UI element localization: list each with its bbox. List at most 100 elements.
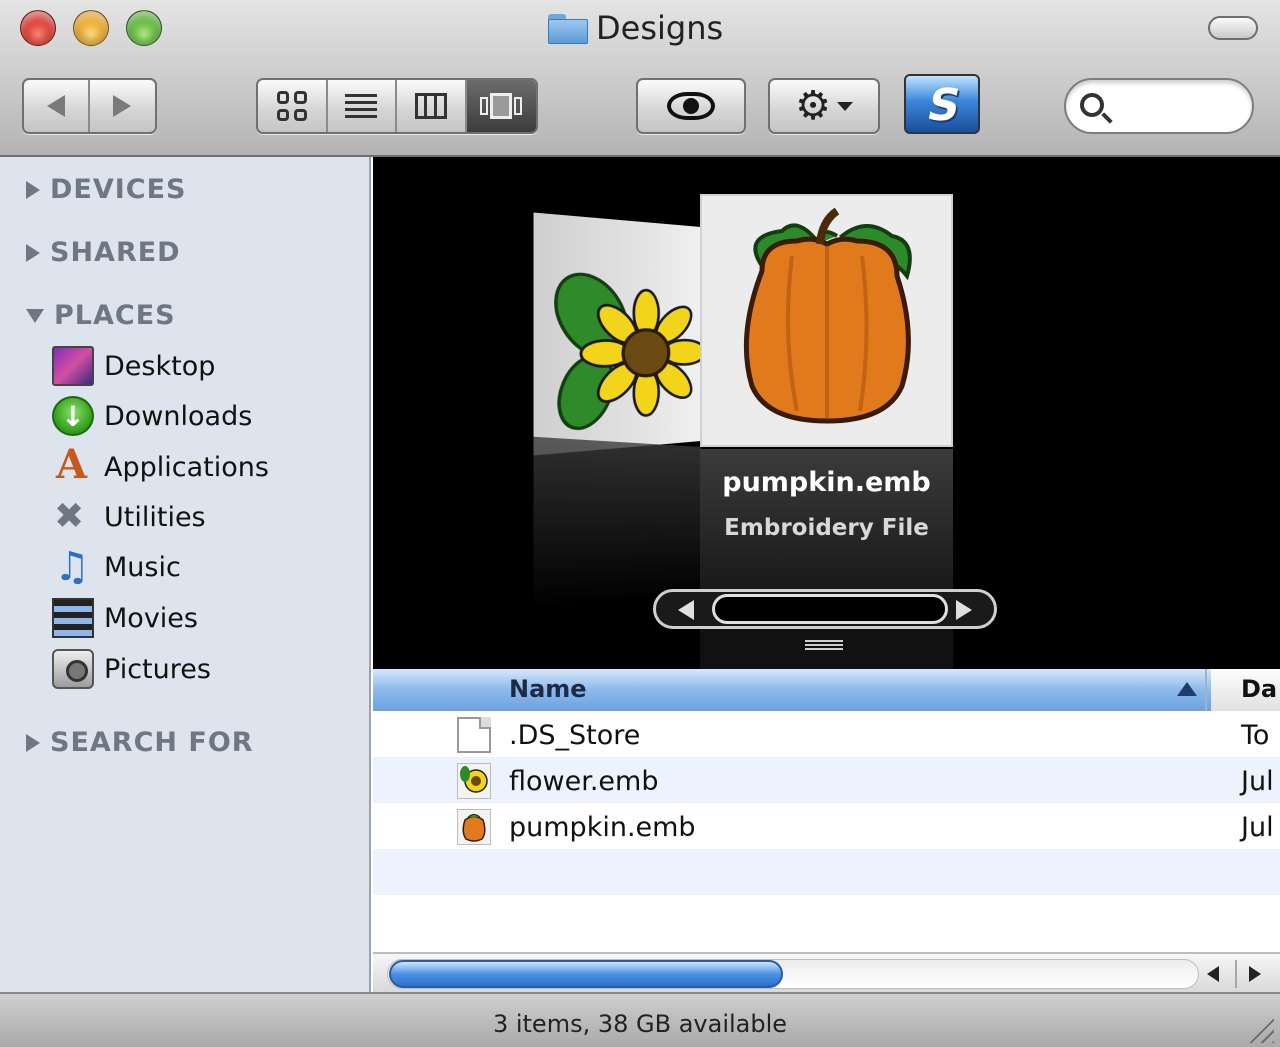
quick-look-button[interactable] <box>636 78 746 134</box>
sort-ascending-icon <box>1177 682 1197 696</box>
sidebar-item-downloads[interactable]: Downloads <box>52 394 252 438</box>
sidebar-item-applications[interactable]: Applications <box>52 445 269 489</box>
sidebar-item-label: Utilities <box>104 501 206 533</box>
disclosure-right-icon <box>26 180 40 199</box>
zoom-window-button[interactable] <box>126 10 162 46</box>
scroll-right-icon[interactable] <box>956 600 972 620</box>
sidebar-item-label: Downloads <box>104 400 253 432</box>
cover-flow-pane[interactable]: pumpkin.emb Embroidery File <box>373 157 1280 669</box>
cover-flow-icon <box>480 93 523 119</box>
coverflow-file-name: pumpkin.emb <box>722 467 931 498</box>
forward-button[interactable] <box>90 80 156 132</box>
status-text: 3 items, 38 GB available <box>492 1010 788 1038</box>
file-date: Jul <box>1241 766 1274 797</box>
sidebar-item-music[interactable]: Music <box>52 545 181 589</box>
file-date: To <box>1241 720 1270 751</box>
file-name: pumpkin.emb <box>509 812 696 843</box>
file-name: .DS_Store <box>509 720 641 751</box>
minimize-window-button[interactable] <box>73 10 109 46</box>
eye-icon <box>667 92 715 120</box>
window-title-text: Designs <box>596 9 724 47</box>
sidebar-item-label: Applications <box>104 451 269 483</box>
column-view-button[interactable] <box>397 80 467 132</box>
table-row[interactable]: flower.emb Jul <box>373 757 1280 803</box>
action-menu-button[interactable]: ⚙ <box>768 78 880 134</box>
document-icon <box>457 717 491 753</box>
sidebar-item-movies[interactable]: Movies <box>52 596 198 640</box>
cover-flow-view-button[interactable] <box>466 80 536 132</box>
scroll-thumb[interactable] <box>389 960 783 988</box>
pane-resize-grip[interactable] <box>805 640 843 650</box>
icon-view-icon <box>276 91 307 121</box>
sidebar-section-label: DEVICES <box>50 174 187 205</box>
sidebar-item-label: Desktop <box>104 350 216 382</box>
column-divider[interactable] <box>1205 669 1207 711</box>
sidebar-item-utilities[interactable]: Utilities <box>52 495 206 539</box>
status-bar: 3 items, 38 GB available <box>0 992 1280 1047</box>
sidebar-section-label: SEARCH FOR <box>50 727 254 758</box>
close-window-button[interactable] <box>20 10 56 46</box>
search-input[interactable] <box>1116 90 1241 122</box>
list-view-icon <box>345 94 378 118</box>
disclosure-right-icon <box>26 733 40 752</box>
flower-image <box>534 212 701 455</box>
table-row[interactable]: pumpkin.emb Jul <box>373 803 1280 849</box>
sidebar-section-search-for[interactable]: SEARCH FOR <box>26 729 254 756</box>
sidebar-section-devices[interactable]: DEVICES <box>26 176 187 203</box>
sidebar-section-label: SHARED <box>50 237 181 268</box>
coverflow-scroll-thumb[interactable] <box>712 594 948 624</box>
applications-icon <box>52 445 94 487</box>
folder-icon <box>548 12 588 44</box>
search-field[interactable] <box>1064 78 1254 134</box>
pictures-icon <box>52 649 94 689</box>
disclosure-down-icon <box>26 308 44 323</box>
movies-icon <box>52 598 94 638</box>
chevron-down-icon <box>836 101 853 111</box>
desktop-icon <box>52 346 94 386</box>
flower-embroidery-icon <box>457 763 491 799</box>
scroll-arrow-divider <box>1235 960 1237 988</box>
sidebar-item-pictures[interactable]: Pictures <box>52 647 211 691</box>
empty-row <box>373 849 1280 895</box>
search-icon <box>1080 93 1104 117</box>
horizontal-scrollbar[interactable] <box>373 952 1280 992</box>
sidebar: DEVICES SHARED PLACES Desktop Downloads … <box>0 157 371 992</box>
title-toolbar: Designs ⚙ S <box>0 0 1280 157</box>
embroidery-app-icon[interactable]: S <box>904 74 980 134</box>
coverflow-file-kind: Embroidery File <box>724 515 929 541</box>
scroll-left-arrow-icon[interactable] <box>1207 966 1219 982</box>
window-title: Designs <box>548 6 723 50</box>
file-date: Jul <box>1241 812 1274 843</box>
forward-arrow-icon <box>113 95 132 117</box>
pumpkin-image <box>743 207 912 424</box>
utilities-icon <box>52 497 94 537</box>
scroll-left-icon[interactable] <box>678 600 694 620</box>
back-forward-control <box>22 78 157 134</box>
coverflow-scrollbar[interactable] <box>653 589 997 629</box>
flower-reflection <box>533 436 701 608</box>
sidebar-item-label: Pictures <box>104 653 211 685</box>
toolbar-toggle-button[interactable] <box>1208 16 1258 40</box>
scroll-right-arrow-icon[interactable] <box>1249 966 1261 982</box>
sidebar-section-places[interactable]: PLACES <box>26 302 176 329</box>
table-row[interactable]: .DS_Store To <box>373 711 1280 757</box>
list-column-header: Name Da <box>373 669 1280 711</box>
gear-icon: ⚙ <box>795 83 831 129</box>
back-arrow-icon <box>46 95 65 117</box>
sidebar-section-label: PLACES <box>54 300 176 331</box>
icon-view-button[interactable] <box>258 80 328 132</box>
sidebar-item-desktop[interactable]: Desktop <box>52 344 215 388</box>
flower-preview-card[interactable] <box>534 212 701 456</box>
column-header-date[interactable]: Da <box>1241 677 1277 701</box>
sidebar-section-shared[interactable]: SHARED <box>26 239 181 266</box>
back-button[interactable] <box>24 80 90 132</box>
pumpkin-preview-card[interactable] <box>700 194 953 447</box>
file-list: Name Da .DS_Store To flower.emb Jul pump… <box>373 669 1280 992</box>
view-mode-control <box>256 78 538 134</box>
column-header-name[interactable]: Name <box>509 677 587 701</box>
music-icon <box>52 545 94 589</box>
sidebar-item-label: Movies <box>104 602 198 634</box>
column-view-icon <box>414 93 447 119</box>
downloads-icon <box>52 396 94 436</box>
list-view-button[interactable] <box>328 80 397 132</box>
